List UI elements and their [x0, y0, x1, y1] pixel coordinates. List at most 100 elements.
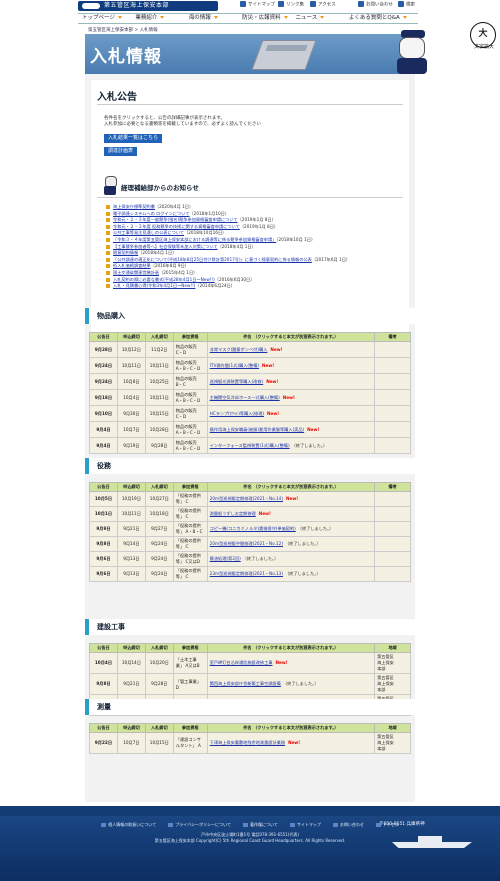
news-link[interactable]: 海上保安庁標準契約書 [113, 204, 155, 209]
application-deadline: 9月13日 [116, 551, 146, 567]
news-heading: 経理補給部からのお知らせ [97, 176, 403, 198]
item-link[interactable]: 主機関空気冷却ホース一式購入(整備) [210, 395, 280, 400]
news-link[interactable]: 令和元・２・３年度 役務競争の技術に関する資格審査申請について [113, 224, 240, 229]
news-link[interactable]: 入札・見積書心得(令和3年4月1日〜New!!) [113, 283, 195, 288]
item-name-cell: 主機関空気冷却ホース一式購入(整備) New! [206, 389, 376, 406]
item-name-cell: 下津海上保安署敷地残余地測量設計業務 New! [206, 732, 376, 754]
item-link[interactable]: 非常マスク(酸素ボンベ付)購入 [210, 347, 268, 352]
application-deadline: 9月30日 [116, 405, 146, 422]
application-deadline: 9月19日 [116, 437, 146, 454]
qualification: 「役務の提供等」 C [172, 536, 208, 552]
qualification: 「役務の提供等」 A・B・C [172, 521, 208, 537]
item-name-cell: 非常マスク(酸素ボンベ付)購入 New! [206, 341, 376, 358]
news-link[interactable]: 「公共調達の適正化について(平成18年8月25日付け財計第2017号)」に基づく… [113, 257, 312, 262]
qualification: 物品の販売 A・B・C・D [172, 437, 208, 454]
status-badge: New! [266, 378, 279, 384]
item-link[interactable]: HCランプ(ﾎﾜｲﾄ)等購入(修理) [210, 411, 264, 416]
notice-date: 9月8日 [89, 536, 118, 552]
news-link[interactable]: 令和元・２・３年度一般競争(指名)競争参加資格審査申請について [113, 217, 238, 222]
application-deadline: 10月12日 [116, 341, 146, 358]
nav-top[interactable]: トップページ [78, 14, 131, 23]
util-contact[interactable]: お問い合わせ [358, 1, 393, 10]
footer-link[interactable]: お問い合わせ [333, 822, 364, 830]
news-link[interactable]: 低入札価格調査結果 [113, 263, 151, 268]
news-item: 入札・見積書心得(令和3年4月1日〜New!!)（2014年6月24日） [106, 283, 406, 290]
procurement-plan-button[interactable]: 調達計画表 [104, 147, 138, 156]
column-header: 公告日 [89, 723, 118, 733]
text-size-label: 文字拡大 [473, 44, 494, 50]
item-link[interactable]: コピー機(コニカミノルタ)賃借保守(単価契約) [210, 526, 296, 531]
news-date: （2016年8月 9日） [150, 263, 189, 269]
item-link[interactable]: 関西海上保安部庁舎新築工事空調設備 [210, 681, 281, 686]
item-link[interactable]: 巡視艇光源装置等購入(改修) [210, 379, 264, 384]
nav-sea-info[interactable]: 海の情報 [185, 14, 238, 23]
column-header: 公告日 [89, 332, 118, 342]
news-date: （2020年4月 1日） [154, 204, 194, 209]
item-name-cell: HCランプ(ﾎﾜｲﾄ)等購入(修理) New! [206, 405, 376, 422]
notice-date: 9月28日 [89, 341, 118, 358]
news-item: 国土交通省関連営繕計画（2015年4月 1日） [106, 270, 406, 277]
bid-deadline: 9月24日 [144, 536, 174, 552]
notice-date: 9月24日 [89, 357, 118, 374]
application-deadline: 9月14日 [116, 536, 146, 552]
news-link[interactable]: 「令和３・４年度第五管区海上保安本部における調達等に係る競争参加資格審査申請」 [113, 237, 276, 242]
mail-icon [358, 1, 364, 7]
footer-link[interactable]: プライバシーポリシーについて [168, 822, 231, 830]
item-link[interactable]: 20m型巡視艇中間修理(2021・No.12) [210, 541, 283, 546]
item-name-cell: 20m型巡視艇定期修理(2021・No.14) New! [206, 491, 376, 507]
footer-link[interactable]: 個人情報の取扱いについて [101, 822, 156, 830]
application-deadline: 9月21日 [116, 521, 146, 537]
util-access[interactable]: アクセス [310, 1, 336, 10]
nav-news[interactable]: ニュース [292, 14, 345, 23]
item-link[interactable]: 23m型巡視艇定期修理(2021・No.13) [210, 571, 283, 576]
news-link[interactable]: 随意契約情報 [113, 250, 138, 255]
main-content: 入札公告 各件名をクリックすると、公告の詳細記事が表示されます。 入札参加に必要と… [85, 74, 415, 802]
news-link[interactable]: 公共工事等発注見通しの公表について [113, 230, 184, 235]
table-row: 9月8日 9月21日 9月28日 「管工事業」 D 関西海上保安部庁舎新築工事空調設備（… [89, 673, 411, 695]
qualification: 「役務の提供等」 C [172, 566, 208, 582]
util-sitemap[interactable]: サイトマップ [240, 1, 275, 10]
application-deadline: 9月21日 [116, 673, 146, 695]
table-row: 10月5日 10月19日 10月27日 「役務の提供等」 C 20m型巡視艇定期修理(2… [89, 491, 411, 507]
util-links[interactable]: リンク集 [278, 1, 304, 10]
item-name-cell: インターフォース監視装置(1式)購入(整備) （終了しました。） [206, 437, 376, 454]
qualification: 「役務の提供等」 C [172, 491, 208, 507]
page-banner: 入札情報 [85, 34, 415, 74]
footer-link[interactable]: サイトマップ [290, 822, 321, 830]
bid-deadline: 10月11日 [144, 389, 174, 406]
nav-pr[interactable]: 防災・広報資料 [238, 14, 291, 23]
nav-business[interactable]: 業務紹介 [131, 14, 184, 23]
util-search[interactable]: 検索 [398, 1, 415, 10]
column-header: 件名 （クリックすると本文が別窓表示されます。） [206, 643, 376, 653]
remarks-cell [374, 405, 411, 422]
column-header: 入札締切 [144, 723, 174, 733]
table-row: 9月4日 10月7日 10月28日 物品の販売 A・B・C・D 操作用海上保安職員(被服… [89, 421, 411, 438]
item-link[interactable]: ITV操作盤(1式)購入(整備) [210, 363, 259, 368]
item-link[interactable]: 室戸岬灯台沿岸通信施設改修工事 [210, 660, 273, 665]
remarks-cell [374, 373, 411, 390]
bid-deadline: 10月28日 [144, 421, 174, 438]
item-link[interactable]: インターフォース監視装置(1式)購入(整備) [210, 443, 290, 448]
item-link[interactable]: 廃油処理(第2回) [210, 556, 241, 561]
news-link[interactable]: 国土交通省関連営繕計画 [113, 270, 159, 275]
bid-deadline: 10月11日 [144, 357, 174, 374]
breadcrumb[interactable]: 第五管区海上保安本部 > 入札情報 [88, 27, 158, 33]
results-list-button[interactable]: 入札結果一覧はこちら [104, 134, 163, 143]
site-logo[interactable]: 第五管区海上保安本部 [78, 1, 218, 11]
footer-links: 個人情報の取扱いについて プライバシーポリシーについて 著作権について サイトマップ お… [0, 822, 500, 830]
item-link[interactable]: 下津海上保安署敷地残余地測量設計業務 [210, 740, 285, 745]
news-link[interactable]: 【工事競争参加者等へ】社会保険等未加入対策について [113, 244, 218, 249]
global-nav: トップページ 業務紹介 海の情報 防災・広報資料 ニュース よくある質問とQ&A [78, 13, 418, 24]
item-link[interactable]: 20m型巡視艇定期修理(2021・No.14) [210, 496, 283, 501]
item-name-cell: 20m型巡視艇中間修理(2021・No.12) （終了しました。） [206, 536, 376, 552]
nav-faq[interactable]: よくある質問とQ&A [345, 14, 418, 23]
column-header: 参加資格 [172, 723, 208, 733]
item-link[interactable]: 操作用海上保安職員(被服)夏用作業服等購入(実品) [210, 427, 304, 432]
news-link[interactable]: 入札契約の際に必要な書式(平成28年4月1日〜New!!) [113, 277, 215, 282]
news-link[interactable]: 電子調達システムへの ログインについて [113, 211, 189, 216]
footer-link[interactable]: 著作権について [243, 822, 278, 830]
notice-date: 10月5日 [89, 491, 118, 507]
bid-deadline: 9月27日 [144, 521, 174, 537]
item-link[interactable]: 測量船うずしお定期修理 [210, 511, 256, 516]
section-0: 物品購入 公告日 申込締切 入札締切 参加資格 件名 （クリックすると本文が別窓表示されま… [85, 308, 415, 454]
